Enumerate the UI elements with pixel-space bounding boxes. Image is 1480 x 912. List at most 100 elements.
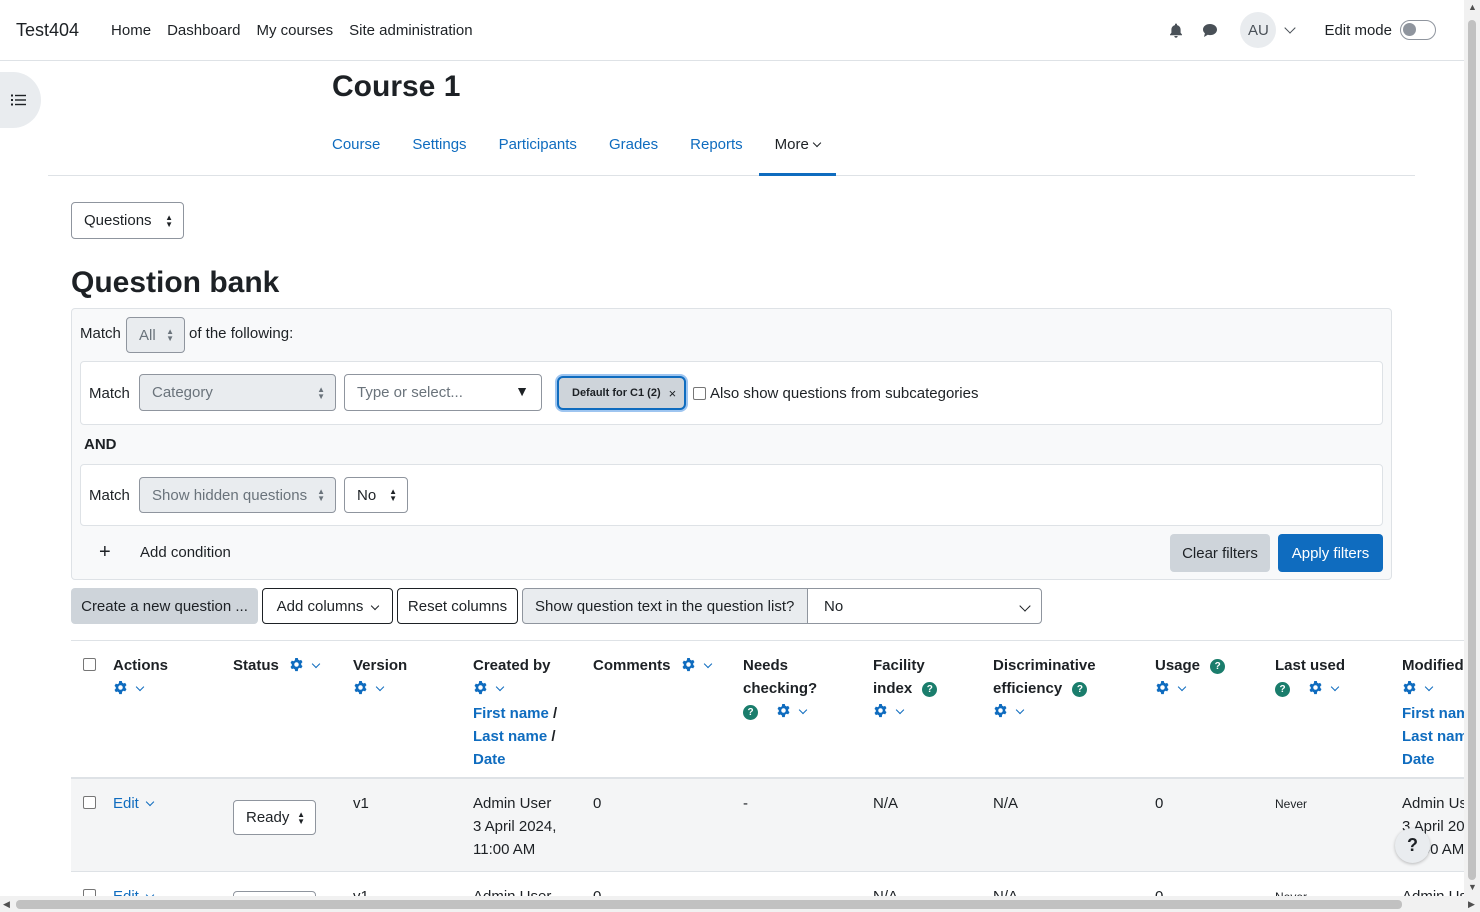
row-select-checkbox[interactable] [83,796,96,809]
nav-dashboard[interactable]: Dashboard [167,22,240,39]
column-usage: Usage ? [1155,654,1226,702]
tab-course[interactable]: Course [316,120,396,176]
nav-my-courses[interactable]: My courses [256,22,333,39]
tab-participants[interactable]: Participants [483,120,593,176]
sort-first-name-link[interactable]: First name [1402,705,1464,722]
horizontal-scrollbar[interactable]: ◀ ▶ [0,896,1480,912]
scroll-right-arrow-icon[interactable]: ▶ [1468,899,1475,910]
select-all-checkbox[interactable] [83,658,96,671]
match-all-select[interactable]: All ▲ ▼ [126,317,185,353]
gear-icon[interactable] [353,679,368,702]
scroll-down-arrow-icon[interactable]: ▼ [1468,882,1477,892]
user-avatar[interactable]: AU [1240,12,1277,48]
separator: / [553,705,558,722]
chevron-down-icon[interactable] [1015,705,1025,715]
plus-icon[interactable]: + [99,541,111,564]
clear-filters-button[interactable]: Clear filters [1170,534,1270,572]
edit-menu[interactable]: Edit [113,792,155,815]
condition-type-hidden-select[interactable]: Show hidden questions ▲ ▼ [139,477,336,513]
messages-chat-icon[interactable] [1202,22,1218,38]
column-version-label[interactable]: Version [353,657,407,674]
column-last-used: Last used ? [1275,654,1345,702]
creator-name: Admin User [473,795,552,812]
column-actions-label[interactable]: Actions [113,657,168,674]
status-select[interactable]: Ready ▲ ▼ [233,800,316,835]
user-menu-chevron-down-icon[interactable] [1284,22,1297,34]
reset-columns-button[interactable]: Reset columns [397,588,518,624]
chevron-down-icon[interactable] [799,705,808,715]
close-icon[interactable]: × [669,386,677,401]
gear-icon[interactable] [1155,679,1170,702]
chevron-down-icon[interactable] [311,659,321,669]
chevron-down-icon[interactable] [495,682,505,692]
sort-last-name-link[interactable]: Last name [1402,728,1464,745]
course-index-drawer-button[interactable] [0,72,41,128]
match-label: Match [80,325,121,342]
vertical-scrollbar[interactable]: ▲ ▼ [1464,0,1480,896]
add-condition-button[interactable]: Add condition [140,544,231,561]
sort-last-name-link[interactable]: Last name [473,728,547,745]
gear-icon[interactable] [113,679,128,702]
apply-filters-button[interactable]: Apply filters [1278,534,1383,572]
gear-icon[interactable] [993,702,1008,725]
chevron-down-icon[interactable] [895,705,905,715]
usage-link[interactable]: 0 [1155,792,1163,815]
chevron-down-icon[interactable] [1331,682,1340,692]
edit-mode-toggle[interactable] [1400,20,1436,40]
nav-home[interactable]: Home [111,22,151,39]
help-icon[interactable]: ? [922,682,938,697]
column-last-used-label[interactable]: Last used [1275,657,1345,674]
comments-link[interactable]: 0 [593,792,601,815]
help-icon[interactable]: ? [1210,659,1226,674]
subcategories-checkbox[interactable] [693,387,706,400]
column-facility-label: Facility [873,657,925,674]
tab-reports[interactable]: Reports [674,120,759,176]
sort-updown-icon: ▲ ▼ [317,384,325,401]
sort-date-link[interactable]: Date [1402,751,1435,768]
chevron-down-icon[interactable] [1424,682,1434,692]
help-icon[interactable]: ? [1275,682,1290,697]
column-status: Status [233,654,321,679]
gear-icon[interactable] [289,656,304,679]
gear-icon[interactable] [473,679,488,702]
category-chip[interactable]: Default for C1 (2) × [557,376,687,410]
chevron-down-icon[interactable] [135,682,145,692]
help-icon[interactable]: ? [1072,682,1088,697]
gear-icon[interactable] [776,702,791,725]
help-icon[interactable]: ? [743,705,758,720]
notifications-bell-icon[interactable] [1168,22,1184,38]
chevron-down-icon[interactable] [375,682,385,692]
dropdown-triangle-icon[interactable]: ▼ [515,383,529,399]
category-chip-label: Default for C1 (2) [572,387,661,399]
gear-icon[interactable] [873,702,888,725]
column-comments-label[interactable]: Comments [593,657,671,674]
chevron-down-icon[interactable] [1177,682,1187,692]
column-status-label[interactable]: Status [233,657,279,674]
horizontal-scrollbar-thumb[interactable] [16,900,1402,909]
chevron-down-icon[interactable] [703,659,713,669]
gear-icon[interactable] [681,656,696,679]
create-question-button[interactable]: Create a new question ... [71,588,258,624]
category-search-input[interactable]: Type or select... ▼ [344,374,542,411]
help-floating-button[interactable]: ? [1395,828,1430,863]
scroll-left-arrow-icon[interactable]: ◀ [3,899,10,910]
nav-site-administration[interactable]: Site administration [349,22,472,39]
tab-settings[interactable]: Settings [396,120,482,176]
facility-index-cell: N/A [873,795,899,812]
vertical-scrollbar-thumb[interactable] [1468,20,1476,880]
add-columns-button[interactable]: Add columns [262,588,393,624]
sort-date-link[interactable]: Date [473,751,506,768]
gear-icon[interactable] [1308,679,1323,702]
hidden-value-select[interactable]: No ▲ ▼ [344,477,408,513]
site-brand[interactable]: Test404 [16,20,79,41]
sort-first-name-link[interactable]: First name [473,705,549,722]
show-text-select[interactable]: No [807,588,1042,624]
tab-grades[interactable]: Grades [593,120,674,176]
gear-icon[interactable] [1402,679,1417,702]
scroll-up-arrow-icon[interactable]: ▲ [1468,2,1477,12]
page-type-select[interactable]: Questions ▲ ▼ [71,202,184,239]
separator: / [551,728,556,745]
tab-more[interactable]: More [758,120,836,176]
condition-type-category-select[interactable]: Category ▲ ▼ [139,374,336,411]
column-discriminative-efficiency: Discriminative efficiency ? [993,654,1096,725]
